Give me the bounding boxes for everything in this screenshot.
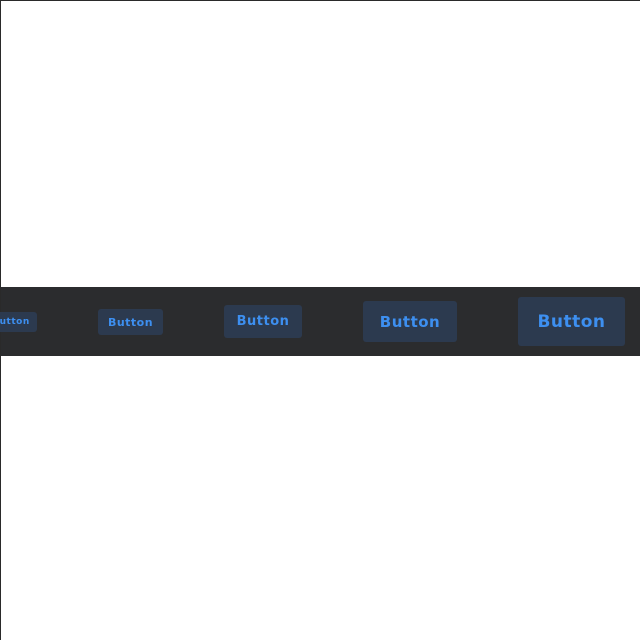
button-extra-small[interactable]: Button	[0, 312, 37, 332]
button-extra-large[interactable]: Button	[518, 297, 625, 346]
button-size-strip: Button Button Button Button Button	[0, 287, 640, 356]
button-small[interactable]: Button	[98, 309, 163, 335]
button-medium[interactable]: Button	[224, 305, 302, 338]
canvas: Button Button Button Button Button	[0, 0, 640, 640]
button-large[interactable]: Button	[363, 301, 457, 342]
